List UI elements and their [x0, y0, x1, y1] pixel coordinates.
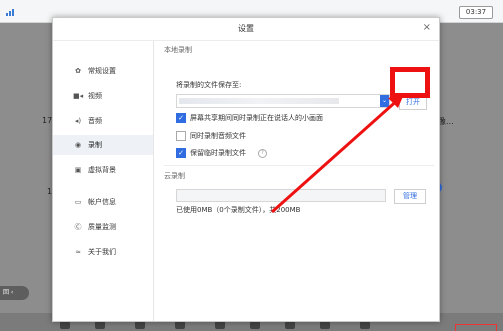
annotation-arrow	[271, 94, 404, 214]
annotation-arrow-line	[271, 96, 401, 214]
